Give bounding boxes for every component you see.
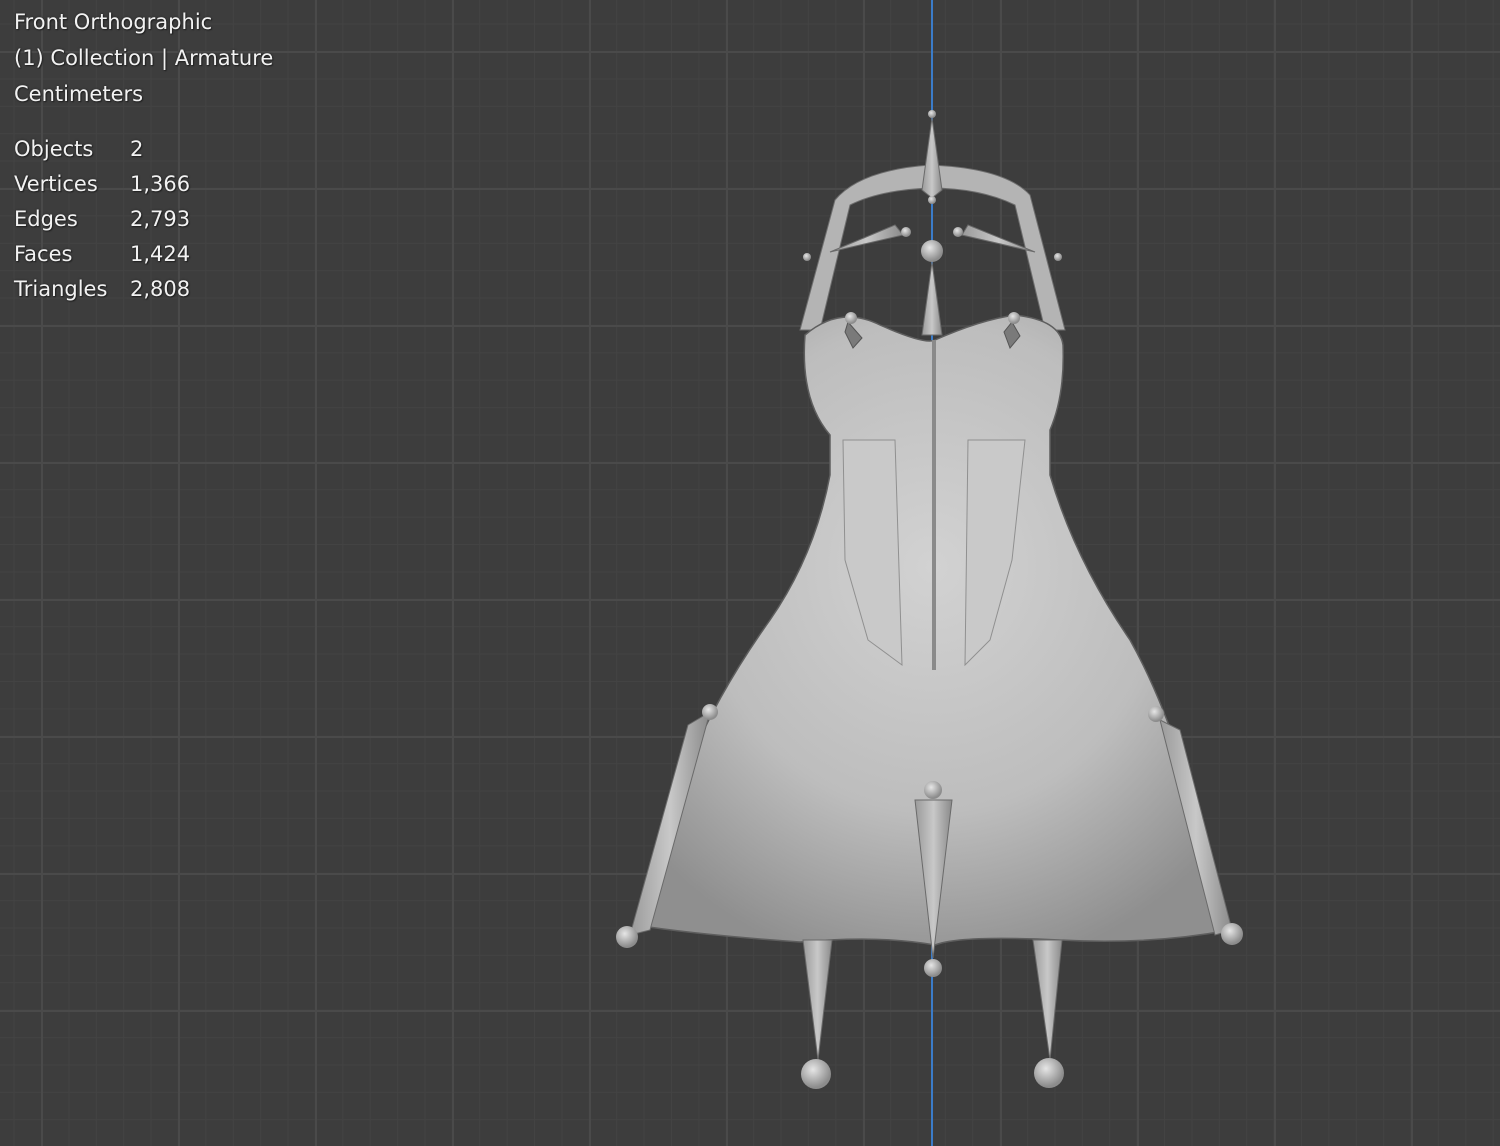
joint-shoulder-left — [901, 227, 911, 237]
stat-value: 2,793 — [130, 202, 190, 237]
joint-head-tip — [928, 110, 936, 118]
view-name: Front Orthographic — [14, 4, 273, 40]
bone-leg-right — [1033, 940, 1062, 1060]
joint-breast-left — [845, 312, 857, 324]
stat-value: 2,808 — [130, 272, 190, 307]
joint-skirt-left — [616, 926, 638, 948]
stat-value: 1,424 — [130, 237, 190, 272]
3d-viewport[interactable]: Front Orthographic (1) Collection | Arma… — [0, 0, 1500, 1146]
joint-hip-left — [702, 704, 718, 720]
bone-chest — [922, 262, 942, 335]
stat-label: Vertices — [14, 167, 130, 202]
joint-chest — [921, 240, 943, 262]
joint-leg-left — [801, 1059, 831, 1089]
stat-value: 1,366 — [130, 167, 190, 202]
stat-row: Triangles 2,808 — [14, 272, 273, 307]
joint-arm-right — [1054, 253, 1062, 261]
joint-neck — [928, 196, 936, 204]
stat-row: Edges 2,793 — [14, 202, 273, 237]
stat-value: 2 — [130, 132, 143, 167]
stat-row: Faces 1,424 — [14, 237, 273, 272]
joint-hip-right — [1148, 706, 1164, 722]
stat-row: Vertices 1,366 — [14, 167, 273, 202]
joint-shoulder-right — [953, 227, 963, 237]
joint-arm-left — [803, 253, 811, 261]
joint-breast-right — [1008, 312, 1020, 324]
joint-pelvis — [924, 781, 942, 799]
active-collection: (1) Collection | Armature — [14, 40, 273, 76]
bone-head — [922, 118, 942, 198]
stat-label: Objects — [14, 132, 130, 167]
scene-units: Centimeters — [14, 76, 273, 112]
joint-skirt-center — [924, 959, 942, 977]
scene-statistics: Objects 2 Vertices 1,366 Edges 2,793 Fac… — [14, 132, 273, 307]
viewport-info-overlay: Front Orthographic (1) Collection | Arma… — [14, 4, 273, 307]
joint-skirt-right — [1221, 923, 1243, 945]
joint-leg-right — [1034, 1058, 1064, 1088]
stat-label: Edges — [14, 202, 130, 237]
stat-label: Triangles — [14, 272, 130, 307]
stat-row: Objects 2 — [14, 132, 273, 167]
stat-label: Faces — [14, 237, 130, 272]
bone-leg-left — [803, 940, 832, 1060]
